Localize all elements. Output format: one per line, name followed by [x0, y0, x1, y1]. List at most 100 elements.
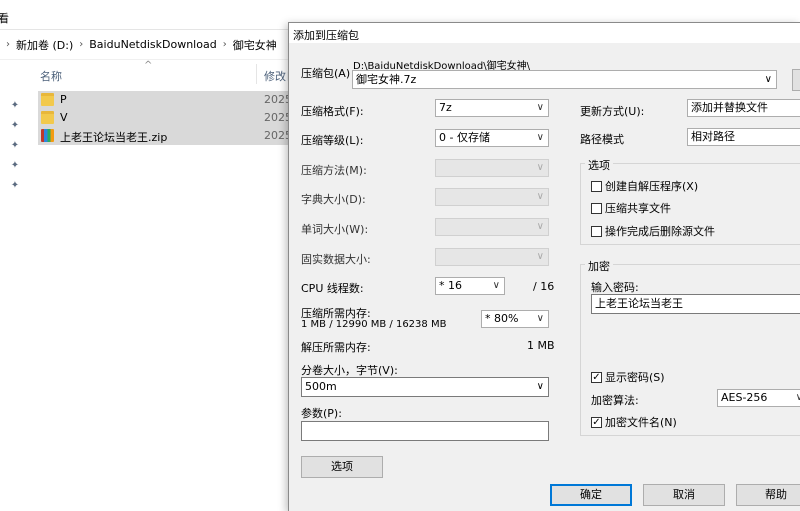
volume-label: 分卷大小，字节(V):	[301, 364, 398, 377]
chevron-down-icon[interactable]: ∨	[765, 71, 772, 88]
delete-source-checkbox[interactable]: 操作完成后删除源文件	[591, 223, 715, 239]
zip-archive-icon	[41, 129, 54, 142]
encryption-method-value: AES-256	[721, 391, 768, 404]
update-label: 更新方式(U):	[580, 105, 645, 118]
pin-icon[interactable]: ✦	[8, 100, 22, 120]
sfx-checkbox[interactable]: 创建自解压程序(X)	[591, 178, 698, 194]
dict-label: 字典大小(D):	[301, 193, 366, 206]
threads-max: / 16	[533, 280, 555, 293]
archive-name-value: 御宅女神.7z	[356, 73, 417, 86]
solid-select: ∨	[435, 248, 549, 266]
sort-ascending-icon: ^	[144, 60, 153, 71]
browse-button[interactable]	[792, 69, 800, 91]
file-name: V	[60, 111, 68, 124]
params-label: 参数(P):	[301, 407, 342, 420]
update-select[interactable]: 添加并替换文件	[687, 99, 800, 117]
path-mode-value: 相对路径	[691, 130, 735, 143]
column-name[interactable]: 名称	[40, 68, 62, 84]
chevron-down-icon: ∨	[536, 162, 544, 173]
pin-icon[interactable]: ✦	[8, 180, 22, 200]
threads-label: CPU 线程数:	[301, 282, 364, 295]
file-name: 上老王论坛当老王.zip	[60, 131, 168, 144]
breadcrumb: › 新加卷 (D:) › BaiduNetdiskDownload › 御宅女神	[0, 30, 300, 60]
format-label: 压缩格式(F):	[301, 105, 364, 118]
password-label: 输入密码:	[591, 281, 639, 294]
checkbox-unchecked-icon[interactable]	[591, 180, 602, 192]
chevron-right-icon: ›	[6, 39, 10, 50]
mem-compress-select[interactable]: * 80% ∨	[481, 310, 549, 328]
password-input[interactable]: 上老王论坛当老王	[591, 294, 800, 314]
mem-decompress-label: 解压所需内存:	[301, 341, 371, 354]
chevron-right-icon: ›	[79, 39, 84, 50]
threads-select[interactable]: * 16 ∨	[435, 277, 505, 295]
chevron-down-icon: ∨	[536, 132, 544, 143]
shared-files-checkbox[interactable]: 压缩共享文件	[591, 200, 671, 216]
folder-icon	[41, 93, 54, 106]
cancel-button[interactable]: 取消	[643, 484, 725, 506]
chevron-right-icon: ›	[222, 39, 227, 50]
checkbox-unchecked-icon[interactable]	[591, 225, 602, 237]
options-button[interactable]: 选项	[301, 456, 383, 478]
encrypt-filenames-checkbox[interactable]: ✓ 加密文件名(N)	[591, 414, 677, 430]
folder-icon	[41, 111, 54, 124]
dialog-title: 添加到压缩包	[293, 29, 359, 42]
path-mode-label: 路径模式	[580, 133, 624, 146]
breadcrumb-current[interactable]: 御宅女神	[233, 37, 277, 53]
chevron-down-icon: ∨	[536, 313, 544, 324]
level-select[interactable]: 0 - 仅存储 ∨	[435, 129, 549, 147]
method-label: 压缩方法(M):	[301, 164, 367, 177]
ok-button[interactable]: 确定	[550, 484, 632, 506]
checkbox-unchecked-icon[interactable]	[591, 202, 602, 214]
chevron-down-icon: ∨	[536, 251, 544, 262]
volume-combobox[interactable]: 500m ∨	[301, 377, 549, 397]
explorer-ribbon: 看	[0, 0, 300, 30]
solid-label: 固实数据大小:	[301, 253, 371, 266]
format-value: 7z	[439, 101, 452, 114]
update-value: 添加并替换文件	[691, 101, 768, 114]
chevron-down-icon: ∨	[536, 221, 544, 232]
volume-value: 500m	[305, 380, 337, 393]
method-select: ∨	[435, 159, 549, 177]
sfx-label: 创建自解压程序(X)	[605, 180, 699, 193]
format-select[interactable]: 7z ∨	[435, 99, 549, 117]
add-to-archive-dialog: 添加到压缩包 压缩包(A) D:\BaiduNetdiskDownload\御宅…	[288, 22, 800, 511]
quick-access-pins: ✦ ✦ ✦ ✦ ✦	[8, 100, 22, 200]
dict-select: ∨	[435, 188, 549, 206]
chevron-down-icon: ∨	[536, 191, 544, 202]
delete-source-label: 操作完成后删除源文件	[605, 225, 715, 238]
dialog-titlebar[interactable]: 添加到压缩包	[289, 23, 800, 43]
params-input[interactable]	[301, 421, 549, 441]
pin-icon[interactable]: ✦	[8, 160, 22, 180]
chevron-down-icon: ∨	[492, 280, 500, 291]
threads-value: * 16	[439, 279, 462, 292]
show-password-label: 显示密码(S)	[605, 371, 665, 384]
chevron-down-icon: ∨	[796, 390, 800, 406]
breadcrumb-drive[interactable]: 新加卷 (D:)	[16, 37, 73, 53]
file-name: P	[60, 93, 67, 106]
breadcrumb-folder[interactable]: BaiduNetdiskDownload	[89, 38, 216, 51]
pin-icon[interactable]: ✦	[8, 140, 22, 160]
options-group-title: 选项	[585, 157, 613, 173]
checkbox-checked-icon[interactable]: ✓	[591, 371, 602, 383]
shared-files-label: 压缩共享文件	[605, 202, 671, 215]
show-password-checkbox[interactable]: ✓ 显示密码(S)	[591, 369, 665, 385]
password-value: 上老王论坛当老王	[595, 297, 683, 310]
checkbox-checked-icon[interactable]: ✓	[591, 416, 602, 428]
file-row[interactable]: 上老王论坛当老王.zip 2025	[38, 127, 300, 145]
archive-label: 压缩包(A)	[301, 67, 351, 80]
path-mode-select[interactable]: 相对路径	[687, 128, 800, 146]
encryption-method-select[interactable]: AES-256 ∨	[717, 389, 800, 407]
file-row[interactable]: P 2025	[38, 91, 300, 109]
encryption-group-title: 加密	[585, 258, 613, 274]
word-select: ∨	[435, 218, 549, 236]
archive-name-combobox[interactable]: 御宅女神.7z ∨	[352, 70, 777, 89]
mem-compress-detail: 1 MB / 12990 MB / 16238 MB	[301, 319, 447, 330]
file-row[interactable]: V 2025	[38, 109, 300, 127]
word-label: 单词大小(W):	[301, 223, 369, 236]
mem-decompress-value: 1 MB	[527, 339, 555, 352]
help-button[interactable]: 帮助	[736, 484, 800, 506]
view-menu[interactable]: 看	[0, 10, 9, 26]
column-divider[interactable]	[256, 64, 257, 84]
pin-icon[interactable]: ✦	[8, 120, 22, 140]
chevron-down-icon[interactable]: ∨	[537, 378, 544, 396]
